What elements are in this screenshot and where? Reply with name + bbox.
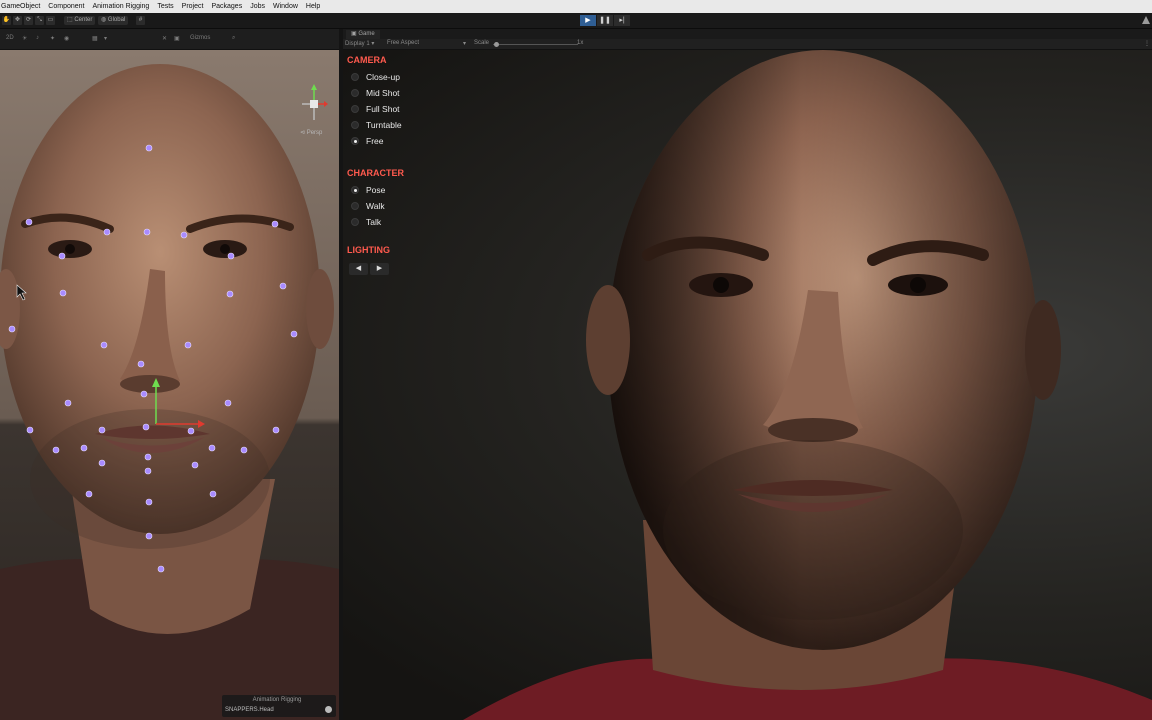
step-button[interactable]: ▸| — [614, 15, 630, 26]
scale-tool-icon[interactable]: ⤡ — [35, 16, 44, 25]
scale-slider-handle[interactable] — [494, 42, 499, 47]
radio-pose[interactable] — [351, 186, 359, 194]
camera-option-label: Mid Shot — [366, 88, 400, 98]
scene-view[interactable]: 2D ☀ ♪ ✦ ◉ ▦ ▾ ✕ ▣ Gizmos ⌕ ⊲ Persp Anim… — [0, 29, 339, 720]
menu-project[interactable]: Project — [178, 3, 208, 10]
menu-packages[interactable]: Packages — [207, 3, 246, 10]
game-view-controls: Display 1 ▾ Free Aspect ▾ Scale 1x ⋮ — [343, 39, 1152, 50]
aspect-label: Free Aspect — [387, 40, 420, 46]
animation-rigging-overlay: Animation Rigging SNAPPERS.Head — [222, 695, 336, 717]
radio-full-shot[interactable] — [351, 105, 359, 113]
camera-option-full-shot[interactable]: Full Shot — [351, 103, 400, 115]
scene-character-head — [0, 49, 339, 720]
camera-option-label: Turntable — [366, 120, 402, 130]
projection-text: Persp — [306, 130, 323, 136]
camera-section-title: CAMERA — [347, 55, 387, 65]
aspect-dropdown-arrow-icon[interactable]: ▾ — [463, 40, 466, 47]
radio-close-up[interactable] — [351, 73, 359, 81]
radio-free[interactable] — [351, 137, 359, 145]
menu-window[interactable]: Window — [269, 3, 302, 10]
2d-toggle[interactable]: 2D — [6, 35, 14, 42]
camera-option-label: Full Shot — [366, 104, 400, 114]
scene-view-toolbar: 2D ☀ ♪ ✦ ◉ ▦ ▾ ✕ ▣ Gizmos ⌕ — [0, 29, 339, 50]
pause-button[interactable]: ❚❚ — [597, 15, 613, 26]
rotate-tool-icon[interactable]: ⟳ — [24, 16, 33, 25]
draw-mode-dropdown[interactable]: ▾ — [104, 35, 107, 42]
game-tab-bar: ▣ Game — [343, 29, 1152, 39]
camera-option-label: Close-up — [366, 72, 401, 82]
camera-option-label: Free — [366, 136, 384, 146]
lighting-toggle-icon[interactable]: ☀ — [22, 35, 27, 42]
character-option-label: Pose — [366, 185, 386, 195]
lighting-prev-button[interactable]: ◀ — [349, 263, 368, 275]
character-option-label: Talk — [366, 217, 382, 227]
game-view-options-icon[interactable]: ⋮ — [1144, 40, 1150, 47]
character-option-walk[interactable]: Walk — [351, 200, 385, 212]
rendered-character-head — [463, 50, 1152, 720]
game-view[interactable]: ▣ Game Display 1 ▾ Free Aspect ▾ Scale 1… — [343, 29, 1152, 720]
space-toggle[interactable]: ◍ Global — [98, 16, 129, 25]
collab-icon[interactable] — [1142, 16, 1150, 24]
move-tool-icon[interactable]: ✥ — [13, 16, 22, 25]
hand-tool-icon[interactable]: ✋ — [2, 16, 11, 25]
arrow-left-icon: ◀ — [355, 265, 362, 272]
camera-option-mid-shot[interactable]: Mid Shot — [351, 87, 400, 99]
menu-help[interactable]: Help — [302, 3, 324, 10]
character-option-label: Walk — [366, 201, 385, 211]
display-label: Display 1 — [345, 41, 370, 47]
effects-toggle-icon[interactable]: ✦ — [50, 35, 55, 42]
lighting-section-title: LIGHTING — [347, 245, 390, 255]
display-dropdown[interactable]: Display 1 ▾ — [345, 40, 374, 47]
space-label: Global — [107, 17, 126, 23]
menu-bar: GameObject Component Animation Rigging T… — [0, 0, 1152, 13]
hidden-objects-icon[interactable]: ◉ — [64, 35, 69, 42]
settings-icon[interactable] — [325, 706, 332, 713]
tab-game-label: Game — [358, 31, 375, 37]
lighting-next-button[interactable]: ▶ — [370, 263, 389, 275]
tab-game[interactable]: ▣ Game — [346, 30, 380, 39]
menu-tests[interactable]: Tests — [153, 3, 177, 10]
arrow-right-icon: ▶ — [376, 265, 383, 272]
play-button[interactable]: ▶ — [580, 15, 596, 26]
game-render[interactable] — [343, 50, 1152, 720]
menu-component[interactable]: Component — [44, 3, 88, 10]
main-toolbar: ✋ ✥ ⟳ ⤡ ▭ ⬚ Center ◍ Global # ▶ ❚❚ ▸| — [0, 13, 1152, 29]
scale-value: 1x — [577, 40, 584, 46]
grid-toggle-icon[interactable]: ▦ — [92, 35, 98, 42]
camera-option-free[interactable]: Free — [351, 135, 383, 147]
tools-icon[interactable]: ✕ — [162, 35, 167, 42]
menu-animation-rigging[interactable]: Animation Rigging — [89, 3, 154, 10]
character-option-pose[interactable]: Pose — [351, 184, 385, 196]
camera-option-close-up[interactable]: Close-up — [351, 71, 400, 83]
character-option-talk[interactable]: Talk — [351, 216, 381, 228]
radio-turntable[interactable] — [351, 121, 359, 129]
radio-mid-shot[interactable] — [351, 89, 359, 97]
gizmos-dropdown[interactable]: Gizmos — [190, 35, 210, 42]
pivot-toggle[interactable]: ⬚ Center — [64, 16, 96, 25]
pivot-label: Center — [74, 17, 93, 23]
selected-object-label: SNAPPERS.Head — [225, 707, 274, 713]
scale-slider-track[interactable] — [493, 44, 578, 45]
menu-jobs[interactable]: Jobs — [246, 3, 269, 10]
playmode-controls: ▶ ❚❚ ▸| — [580, 15, 630, 26]
audio-toggle-icon[interactable]: ♪ — [36, 35, 39, 42]
overlay-title: Animation Rigging — [252, 697, 302, 703]
projection-label[interactable]: ⊲ Persp — [300, 129, 322, 136]
grid-snap-icon[interactable]: # — [136, 16, 145, 25]
camera-settings-icon[interactable]: ▣ — [174, 35, 180, 42]
camera-option-turntable[interactable]: Turntable — [351, 119, 402, 131]
character-section-title: CHARACTER — [347, 168, 404, 178]
orientation-gizmo[interactable] — [300, 84, 328, 124]
scale-label: Scale — [474, 40, 490, 46]
radio-walk[interactable] — [351, 202, 359, 210]
search-icon[interactable]: ⌕ — [232, 35, 235, 42]
rect-tool-icon[interactable]: ▭ — [46, 16, 55, 25]
radio-talk[interactable] — [351, 218, 359, 226]
aspect-dropdown[interactable]: Free Aspect — [387, 40, 419, 46]
menu-gameobject[interactable]: GameObject — [0, 3, 44, 10]
